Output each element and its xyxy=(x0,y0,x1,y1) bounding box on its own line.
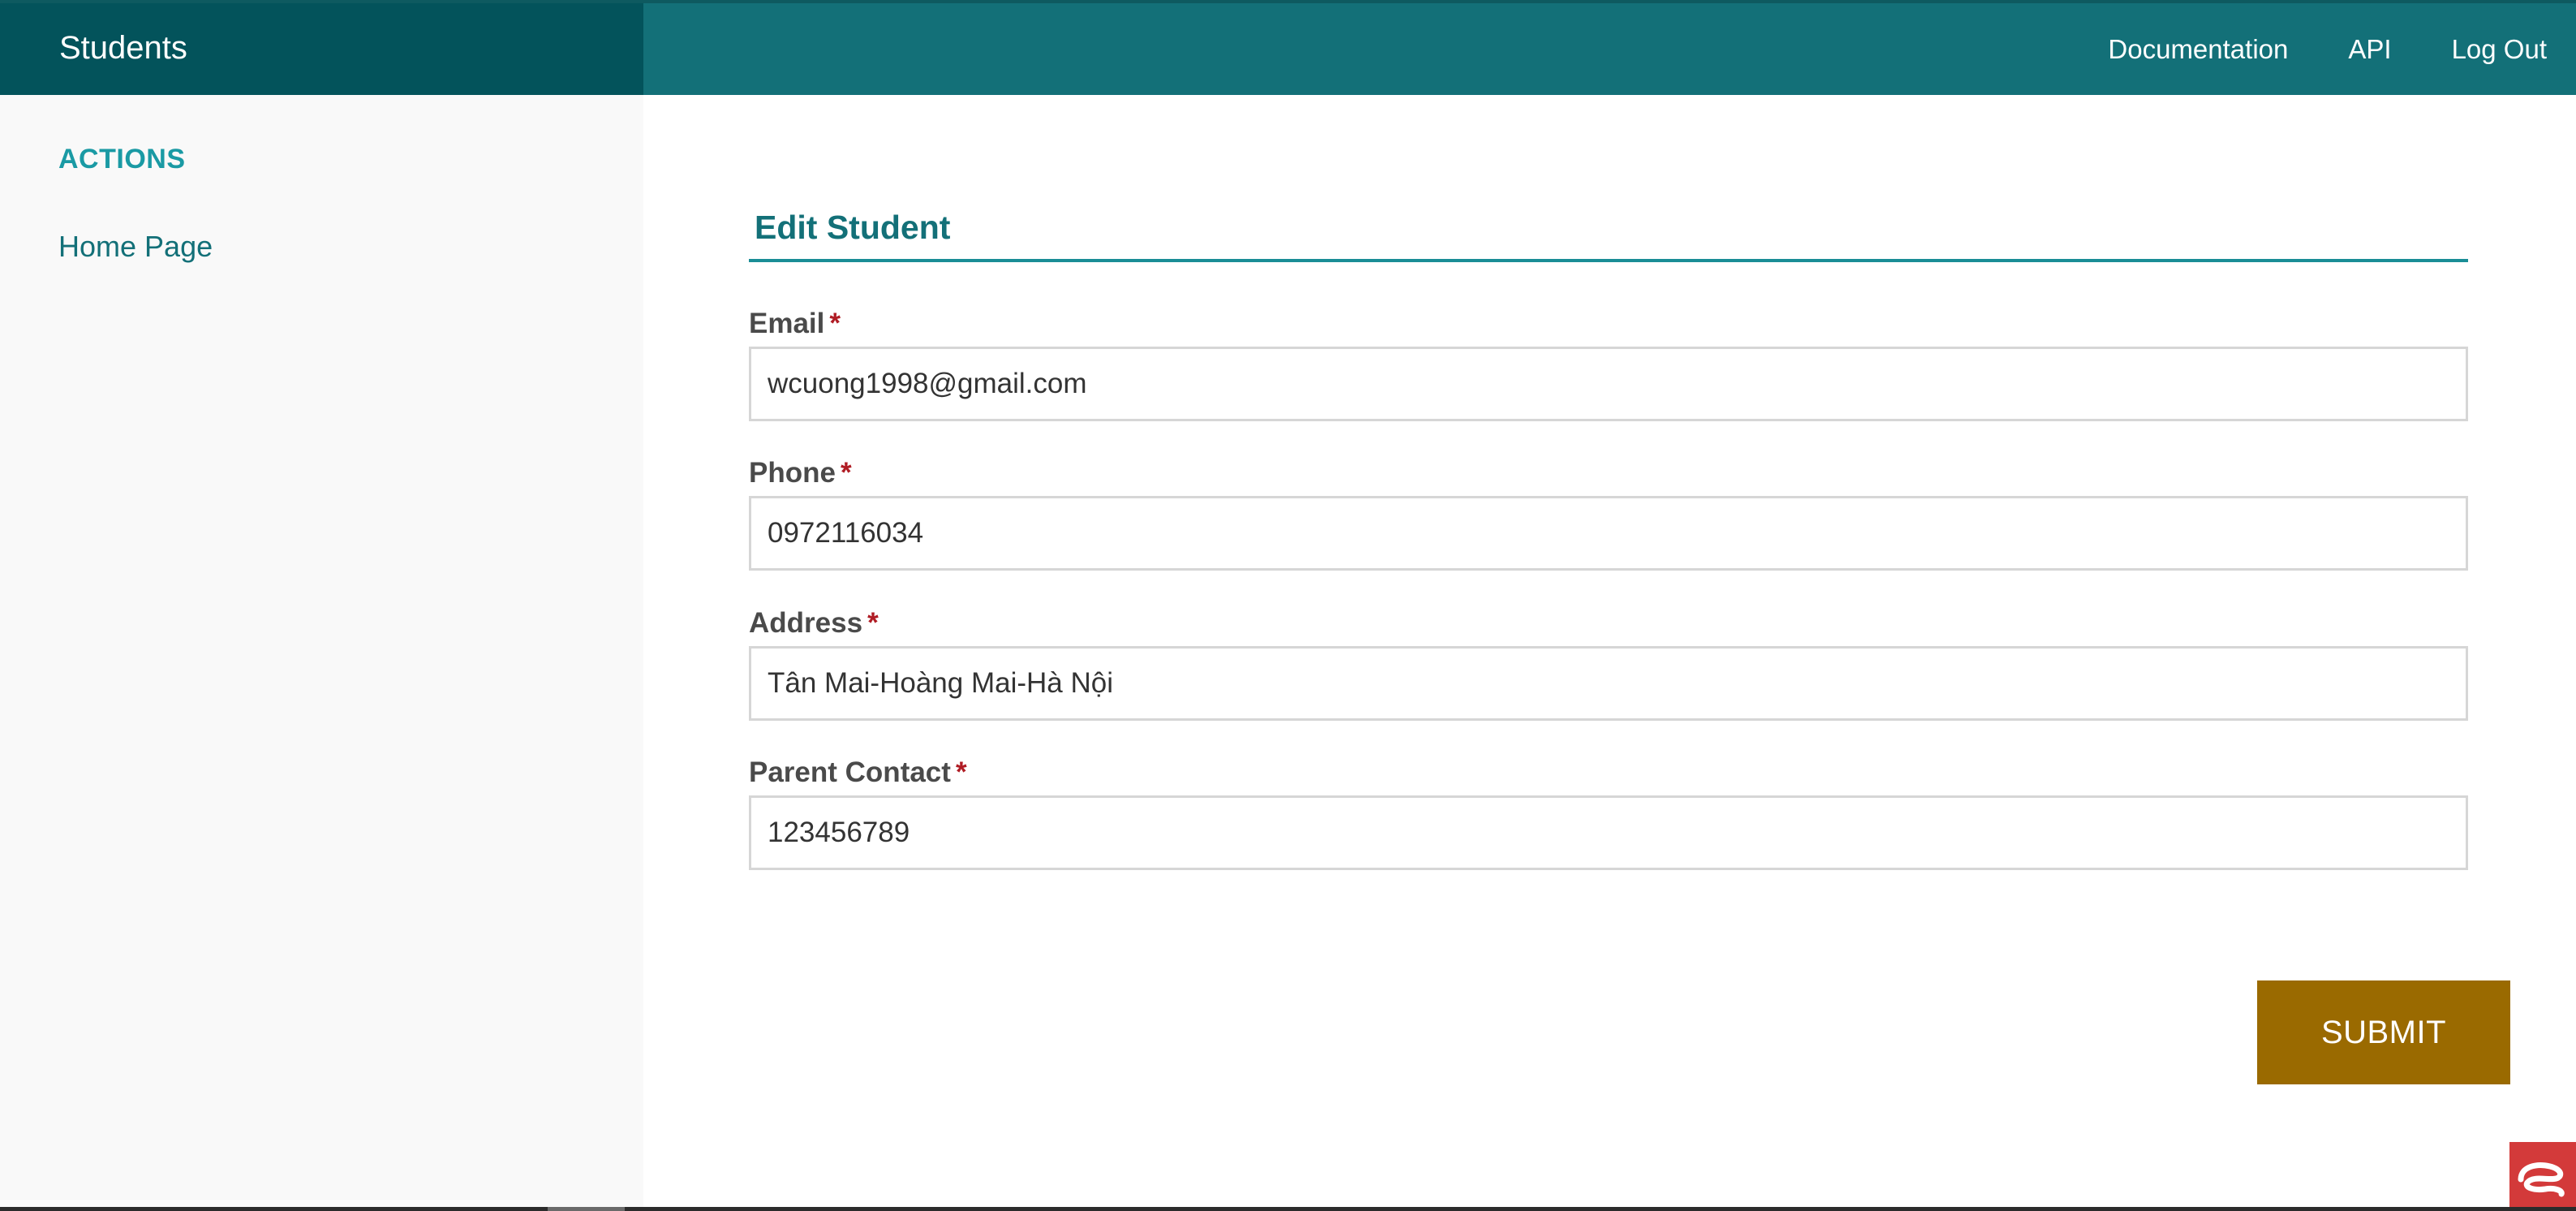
nav-documentation-link[interactable]: Documentation xyxy=(2108,34,2288,65)
address-field[interactable] xyxy=(749,646,2468,721)
required-marker: * xyxy=(840,457,852,489)
brand-title[interactable]: Students xyxy=(59,29,187,67)
helper-widget-button[interactable] xyxy=(2509,1142,2576,1207)
phone-label: Phone * xyxy=(749,457,852,489)
main-content: Edit Student Email* Phone* Address* Pare… xyxy=(643,95,2576,1207)
nav-logout-link[interactable]: Log Out xyxy=(2452,34,2547,65)
submit-button[interactable]: SUBMIT xyxy=(2257,980,2510,1084)
sidebar: ACTIONS Home Page xyxy=(0,95,643,1207)
app-window: Students Documentation API Log Out ACTIO… xyxy=(0,0,2576,1207)
address-label-text: Address xyxy=(749,607,863,639)
parent-contact-field[interactable] xyxy=(749,795,2468,870)
email-label-text: Email xyxy=(749,308,825,339)
required-marker: * xyxy=(867,607,879,639)
helper-widget-icon xyxy=(2518,1162,2565,1197)
nav-api-link[interactable]: API xyxy=(2348,34,2391,65)
title-divider xyxy=(749,259,2468,262)
scroll-indicator xyxy=(548,1207,625,1211)
required-marker: * xyxy=(829,308,841,339)
parent-contact-label: Parent Contact * xyxy=(749,756,967,789)
page-title: Edit Student xyxy=(755,209,951,246)
parent-contact-label-text: Parent Contact xyxy=(749,756,951,788)
top-navbar: Students Documentation API Log Out xyxy=(0,0,2576,95)
phone-field[interactable] xyxy=(749,496,2468,571)
sidebar-item-home-page[interactable]: Home Page xyxy=(58,230,213,264)
brand-area[interactable]: Students xyxy=(0,3,643,95)
phone-label-text: Phone xyxy=(749,457,836,489)
window-bottom-edge xyxy=(0,1207,2576,1211)
top-nav-links: Documentation API Log Out xyxy=(2108,3,2547,95)
email-field[interactable] xyxy=(749,347,2468,421)
required-marker: * xyxy=(955,756,967,788)
address-label: Address * xyxy=(749,607,879,640)
sidebar-heading: ACTIONS xyxy=(58,144,186,175)
email-label: Email * xyxy=(749,308,841,340)
